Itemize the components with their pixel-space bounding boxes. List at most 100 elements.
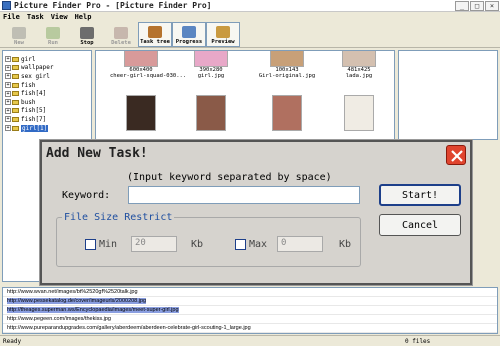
thumbnail-caption: 100x143 Girl-original.jpg: [258, 67, 316, 79]
min-unit: Kb: [191, 239, 204, 250]
cancel-button[interactable]: Cancel: [379, 214, 461, 236]
folder-icon: [12, 82, 19, 88]
expand-icon[interactable]: +: [5, 99, 11, 106]
thumbnail-image: [196, 95, 226, 131]
app-icon: [2, 1, 11, 10]
task-tree-icon: [148, 26, 162, 38]
folder-icon: [12, 125, 19, 131]
thumbnail-caption: 600x400 cheer-girl-squad-030...: [110, 67, 187, 79]
url-text: http://www.pureparandupgrades.com/galler…: [7, 325, 251, 331]
max-size-input[interactable]: 0: [277, 236, 323, 252]
expand-icon[interactable]: +: [5, 107, 11, 114]
menu-task[interactable]: Task: [27, 13, 44, 21]
thumbnail[interactable]: 600x400 cheer-girl-squad-030...: [110, 51, 187, 79]
file-count: 0 files: [405, 337, 431, 345]
stop-button[interactable]: Stop: [70, 22, 104, 47]
min-size-input[interactable]: 20: [131, 236, 177, 252]
preview-button[interactable]: Preview: [206, 22, 240, 47]
minimize-button[interactable]: _: [455, 1, 469, 11]
maximize-button[interactable]: □: [470, 1, 484, 11]
start-button[interactable]: Start!: [379, 184, 461, 206]
window-controls: _ □ ×: [455, 1, 499, 11]
folder-icon: [12, 65, 19, 71]
expand-icon[interactable]: +: [5, 125, 11, 132]
expand-icon[interactable]: +: [5, 82, 11, 89]
thumbnail-image: [272, 95, 302, 131]
preview-pane: [398, 50, 498, 140]
url-list[interactable]: http://www.wvan.net/images/bt%2520gf%252…: [2, 287, 498, 334]
expand-icon[interactable]: +: [5, 90, 11, 97]
thumbnail[interactable]: [256, 95, 318, 131]
delete-button[interactable]: Delete: [104, 22, 138, 47]
thumbnail[interactable]: 100x143 Girl-original.jpg: [256, 51, 318, 79]
thumbnail[interactable]: [110, 95, 172, 131]
min-checkbox[interactable]: [85, 239, 96, 250]
thumbnail[interactable]: [328, 95, 390, 131]
url-text: http://theages.superman.ws/Encyclopaedia…: [7, 307, 179, 313]
keyword-input[interactable]: [128, 186, 360, 204]
folder-icon: [12, 91, 19, 97]
new-button[interactable]: New: [2, 22, 36, 47]
status-bar: Ready 0 files: [0, 335, 500, 346]
max-checkbox[interactable]: [235, 239, 246, 250]
url-row[interactable]: http://theages.superman.ws/Encyclopaedia…: [3, 306, 497, 315]
url-row[interactable]: http://www.pegeen.com/images/thekiss.jpg: [3, 315, 497, 324]
new-icon: [12, 27, 26, 39]
thumbnail-image: [342, 51, 376, 67]
toolbar: New Run Stop Delete Task tree Progress P…: [0, 22, 500, 48]
url-text: http://www.pessekatalog.de/cover/imageur…: [7, 298, 147, 304]
dialog-title: Add New Task!: [46, 146, 148, 161]
tree-item[interactable]: + fish: [5, 81, 89, 90]
thumbnail-image: [126, 95, 156, 131]
dialog-close-button[interactable]: [446, 145, 466, 165]
expand-icon[interactable]: +: [5, 64, 11, 71]
stop-icon: [80, 27, 94, 39]
tree-item-label: wallpaper: [21, 64, 54, 72]
tree-item[interactable]: + girl[1]: [5, 124, 89, 133]
tree-item[interactable]: + bush: [5, 98, 89, 107]
thumbnail[interactable]: [180, 95, 242, 131]
tree-item[interactable]: + girl: [5, 55, 89, 64]
close-icon: [451, 150, 463, 162]
folder-icon: [12, 108, 19, 114]
tree-item[interactable]: + sex girl: [5, 72, 89, 81]
tree-item-label: girl[1]: [21, 124, 49, 132]
url-text: http://www.wvan.net/images/bt%2520gf%252…: [7, 289, 138, 295]
title-bar: Picture Finder Pro - [Picture Finder Pro…: [0, 0, 500, 12]
tree-item-label: sex girl: [21, 72, 50, 80]
url-row[interactable]: http://www.wvan.net/images/bt%2520gf%252…: [3, 288, 497, 297]
window-close-button[interactable]: ×: [485, 1, 499, 11]
file-size-legend: File Size Restrict: [62, 212, 175, 223]
menu-help[interactable]: Help: [75, 13, 92, 21]
expand-icon[interactable]: +: [5, 73, 11, 80]
run-button[interactable]: Run: [36, 22, 70, 47]
progress-button[interactable]: Progress: [172, 22, 206, 47]
max-label: Max: [249, 239, 268, 250]
window-title: Picture Finder Pro - [Picture Finder Pro…: [14, 1, 212, 10]
tree-item-label: bush: [21, 98, 36, 106]
url-row[interactable]: http://www.pureparandupgrades.com/galler…: [3, 324, 497, 333]
thumbnail-image: [124, 51, 158, 67]
delete-icon: [114, 27, 128, 39]
thumbnail[interactable]: 390x280 girl.jpg: [180, 51, 242, 79]
tree-item[interactable]: + fish[7]: [5, 115, 89, 124]
thumbnail-image: [344, 95, 374, 131]
max-unit: Kb: [339, 239, 352, 250]
expand-icon[interactable]: +: [5, 56, 11, 63]
keyword-label: Keyword:: [62, 190, 111, 201]
task-tree-button[interactable]: Task tree: [138, 22, 172, 47]
expand-icon[interactable]: +: [5, 116, 11, 123]
tree-item-label: girl: [21, 55, 36, 63]
url-row[interactable]: http://www.pessekatalog.de/cover/imageur…: [3, 297, 497, 306]
thumbnail-grid[interactable]: 600x400 cheer-girl-squad-030... 390x280 g…: [95, 50, 395, 140]
thumbnail-caption: 481x425 lada.jpg: [345, 67, 373, 79]
progress-icon: [182, 26, 196, 38]
tree-item[interactable]: + fish[5]: [5, 107, 89, 116]
folder-icon: [12, 99, 19, 105]
tree-item[interactable]: + wallpaper: [5, 64, 89, 73]
menu-view[interactable]: View: [51, 13, 68, 21]
thumbnail[interactable]: 481x425 lada.jpg: [328, 51, 390, 79]
menu-file[interactable]: File: [3, 13, 20, 21]
thumbnail-image: [270, 51, 304, 67]
tree-item[interactable]: + fish[4]: [5, 89, 89, 98]
